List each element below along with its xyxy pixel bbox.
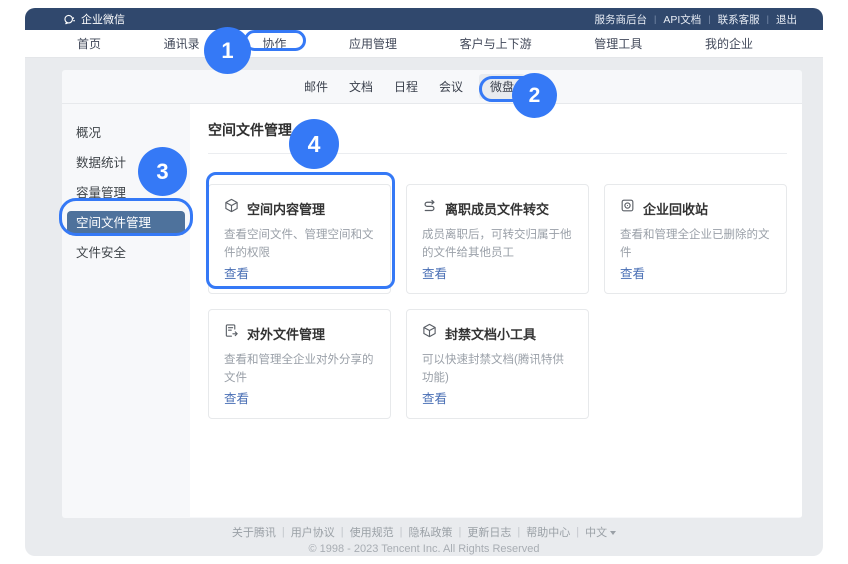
sidebar-item-space-file-management[interactable]: 空间文件管理	[67, 211, 185, 235]
footer-link-help-center[interactable]: 帮助中心	[526, 524, 570, 540]
card-title: 对外文件管理	[247, 324, 325, 343]
annotation-step-2-badge: 2	[512, 73, 557, 118]
card-space-content-management[interactable]: 空间内容管理 查看空间文件、管理空间和文件的权限 查看	[208, 184, 391, 294]
ban-doc-icon	[422, 323, 437, 343]
card-title: 离职成员文件转交	[445, 199, 549, 218]
footer-links: 关于腾讯 | 用户协议 | 使用规范 | 隐私政策 | 更新日志 | 帮助中心 …	[25, 524, 823, 540]
copyright: © 1998 - 2023 Tencent Inc. All Rights Re…	[25, 543, 823, 555]
annotation-step-4-badge: 4	[289, 119, 339, 169]
divider: |	[341, 526, 344, 538]
content-panel: 邮件 文档 日程 会议 微盘 概况 数据统计 容量管理 空间文件管理 文件安全 …	[62, 70, 802, 518]
subnav-item-mail[interactable]: 邮件	[299, 78, 333, 95]
main-content: 空间文件管理 空间内容管理	[190, 104, 802, 517]
card-description: 查看空间文件、管理空间和文件的权限	[224, 227, 375, 263]
card-external-file-management[interactable]: 对外文件管理 查看和管理全企业对外分享的文件 查看	[208, 309, 391, 419]
view-link[interactable]: 查看	[224, 263, 249, 282]
subnav-item-docs[interactable]: 文档	[344, 78, 378, 95]
share-doc-icon	[224, 323, 239, 343]
admin-console-window: 企业微信 服务商后台 | API文档 | 联系客服 | 退出 首页 通讯录 协作…	[25, 8, 823, 556]
recycle-bin-icon	[620, 198, 635, 218]
footer-link-privacy-policy[interactable]: 隐私政策	[409, 524, 453, 540]
card-document-ban-tool[interactable]: 封禁文档小工具 可以快速封禁文档(腾讯特供功能) 查看	[406, 309, 589, 419]
divider: |	[400, 526, 403, 538]
card-description: 查看和管理全企业对外分享的文件	[224, 352, 375, 388]
footer-link-user-agreement[interactable]: 用户协议	[291, 524, 335, 540]
sidebar-item-overview[interactable]: 概况	[62, 118, 190, 148]
nav-item-home[interactable]: 首页	[77, 35, 101, 52]
divider: |	[767, 14, 769, 24]
main-nav: 首页 通讯录 协作 应用管理 客户与上下游 管理工具 我的企业	[25, 30, 823, 58]
annotation-step-1-badge: 1	[204, 27, 251, 74]
brand-label: 企业微信	[81, 11, 125, 27]
nav-item-app-management[interactable]: 应用管理	[349, 35, 397, 52]
footer-link-usage-policy[interactable]: 使用规范	[350, 524, 394, 540]
divider: |	[282, 526, 285, 538]
view-link[interactable]: 查看	[422, 388, 447, 407]
footer-link-changelog[interactable]: 更新日志	[467, 524, 511, 540]
topbar-link-logout[interactable]: 退出	[776, 12, 797, 27]
topbar-link-contact-support[interactable]: 联系客服	[718, 12, 760, 27]
divider: |	[576, 526, 579, 538]
divider: |	[517, 526, 520, 538]
feature-cards: 空间内容管理 查看空间文件、管理空间和文件的权限 查看	[208, 184, 787, 419]
brand[interactable]: 企业微信	[63, 11, 125, 27]
nav-item-collaboration[interactable]: 协作	[262, 35, 286, 52]
language-selector[interactable]: 中文	[585, 524, 616, 540]
nav-item-customers-upstream-downstream[interactable]: 客户与上下游	[460, 35, 532, 52]
topbar-links: 服务商后台 | API文档 | 联系客服 | 退出	[595, 12, 797, 27]
topbar: 企业微信 服务商后台 | API文档 | 联系客服 | 退出	[25, 8, 823, 30]
card-enterprise-recycle-bin[interactable]: 企业回收站 查看和管理全企业已删除的文件 查看	[604, 184, 787, 294]
nav-item-my-enterprise[interactable]: 我的企业	[705, 35, 753, 52]
topbar-link-api-docs[interactable]: API文档	[663, 12, 701, 27]
sidebar-item-file-security[interactable]: 文件安全	[62, 238, 190, 268]
footer-link-about-tencent[interactable]: 关于腾讯	[232, 524, 276, 540]
annotation-step-3-badge: 3	[138, 147, 187, 196]
topbar-link-provider-console[interactable]: 服务商后台	[595, 12, 648, 27]
divider: |	[459, 526, 462, 538]
footer: 关于腾讯 | 用户协议 | 使用规范 | 隐私政策 | 更新日志 | 帮助中心 …	[25, 524, 823, 555]
collaboration-subnav: 邮件 文档 日程 会议 微盘	[62, 70, 802, 104]
divider: |	[654, 14, 656, 24]
view-link[interactable]: 查看	[422, 263, 447, 282]
caret-down-icon	[610, 531, 616, 535]
transfer-icon	[422, 198, 437, 218]
subnav-item-calendar[interactable]: 日程	[389, 78, 423, 95]
view-link[interactable]: 查看	[620, 263, 645, 282]
card-title: 封禁文档小工具	[445, 324, 536, 343]
subnav-item-meeting[interactable]: 会议	[434, 78, 468, 95]
card-title: 企业回收站	[643, 199, 708, 218]
wecom-logo-icon	[63, 13, 76, 26]
card-description: 可以快速封禁文档(腾讯特供功能)	[422, 352, 573, 388]
card-description: 查看和管理全企业已删除的文件	[620, 227, 771, 263]
divider: |	[708, 14, 710, 24]
card-title: 空间内容管理	[247, 199, 325, 218]
card-departed-member-file-transfer[interactable]: 离职成员文件转交 成员离职后，可转交归属于他的文件给其他员工 查看	[406, 184, 589, 294]
nav-item-contacts[interactable]: 通讯录	[164, 35, 200, 52]
screenshot-root: 企业微信 服务商后台 | API文档 | 联系客服 | 退出 首页 通讯录 协作…	[0, 0, 848, 564]
cube-icon	[224, 198, 239, 218]
card-description: 成员离职后，可转交归属于他的文件给其他员工	[422, 227, 573, 263]
nav-item-admin-tools[interactable]: 管理工具	[594, 35, 642, 52]
view-link[interactable]: 查看	[224, 388, 249, 407]
